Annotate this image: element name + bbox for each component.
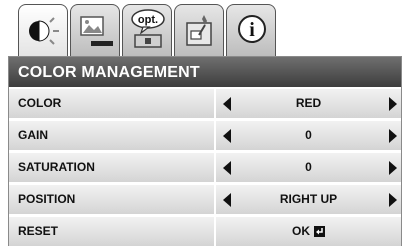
setting-value: 0	[305, 128, 312, 142]
setting-label: SATURATION	[18, 160, 95, 174]
increase-arrow-icon[interactable]	[389, 193, 397, 207]
settings-list: COLOR RED GAIN 0 SATURATION 0 POSITION R…	[9, 89, 401, 249]
color-management-panel: COLOR MANAGEMENT COLOR RED GAIN 0 SATURA…	[8, 56, 402, 246]
increase-arrow-icon[interactable]	[389, 97, 397, 111]
tab-picture[interactable]	[18, 4, 68, 60]
setting-label: COLOR	[18, 96, 62, 110]
setting-value: RED	[295, 96, 322, 110]
setting-row-gain[interactable]: GAIN 0	[9, 121, 401, 150]
increase-arrow-icon[interactable]	[389, 129, 397, 143]
menu-tab-strip: opt. i	[0, 0, 411, 60]
menu-title: COLOR MANAGEMENT	[9, 57, 401, 87]
setting-row-saturation[interactable]: SATURATION 0	[9, 153, 401, 182]
picture-adjust-icon	[29, 17, 59, 45]
tab-options[interactable]: opt.	[122, 4, 172, 56]
setting-value: RIGHT UP	[279, 192, 338, 206]
image-screen-icon	[80, 16, 113, 46]
options-icon: opt.	[131, 9, 165, 48]
tab-image[interactable]	[70, 4, 120, 56]
setting-row-reset[interactable]: RESET OK	[9, 217, 401, 246]
setting-label: GAIN	[18, 128, 48, 142]
setting-label: RESET	[18, 224, 59, 238]
setting-row-color[interactable]: COLOR RED	[9, 89, 401, 118]
increase-arrow-icon[interactable]	[389, 161, 397, 175]
projector-osd-menu: opt. i COLOR MANAGEMENT COLOR RED GAIN 0…	[0, 0, 411, 249]
enter-key-icon	[314, 226, 325, 237]
options-tab-label: opt.	[138, 14, 158, 26]
tab-setup[interactable]	[174, 4, 224, 56]
ok-label: OK	[292, 224, 310, 238]
svg-text:i: i	[249, 19, 255, 41]
info-icon: i	[238, 15, 266, 43]
setting-label: POSITION	[18, 192, 76, 206]
tab-info[interactable]: i	[226, 4, 276, 56]
setup-icon	[186, 15, 212, 46]
setting-value: 0	[305, 160, 312, 174]
reset-ok-button[interactable]: OK	[216, 217, 401, 246]
setting-row-position[interactable]: POSITION RIGHT UP	[9, 185, 401, 214]
